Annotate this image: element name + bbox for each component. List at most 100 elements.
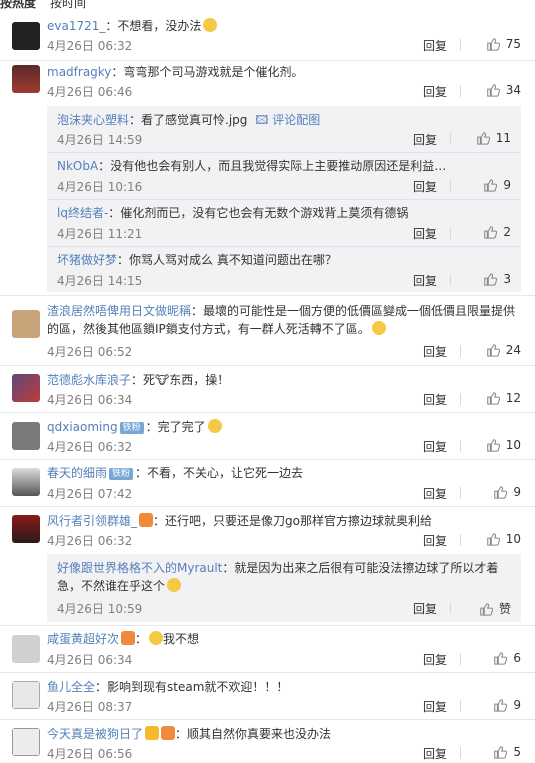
reply-button[interactable]: 回复	[423, 37, 447, 54]
like-button[interactable]: 12	[463, 391, 521, 405]
comment-time: 4月26日 06:46	[47, 85, 133, 99]
reply-button[interactable]: 回复	[423, 698, 447, 715]
like-button[interactable]: 11	[453, 131, 511, 145]
comment-username[interactable]: madfragky	[47, 65, 111, 79]
thumb-up-icon	[494, 486, 508, 499]
comment-time: 4月26日 06:32	[47, 534, 133, 548]
sub-reply: lq终结者-：催化剂而已，没有它也会有无数个游戏背上莫须有德锅 4月26日 11…	[47, 199, 521, 247]
tab-time[interactable]: 按时间	[50, 0, 86, 10]
comment-username[interactable]: 范德彪水库浪子	[47, 373, 131, 387]
thumb-up-icon	[486, 533, 500, 546]
thumb-up-icon	[486, 439, 500, 452]
avatar[interactable]	[12, 635, 40, 663]
avatar[interactable]	[12, 422, 40, 450]
comment-item: 渣浪居然唔俾用日文做昵稱：最壞的可能性是一個方便的低價區變成一個低價且限量提供的…	[0, 295, 535, 365]
comment-meta: 4月26日 06:34 回复 12	[47, 391, 521, 407]
divider	[460, 653, 461, 665]
reply-username[interactable]: 泡沫夹心塑料	[57, 113, 129, 127]
divider	[460, 487, 461, 499]
divider	[460, 393, 461, 405]
reply-username[interactable]: 好像跟世界格格不入的Myrault	[57, 561, 222, 575]
reply-button[interactable]: 回复	[423, 532, 447, 549]
reply-button[interactable]: 回复	[413, 600, 437, 617]
reply-username[interactable]: 坏猪做好梦	[57, 253, 117, 267]
reply-button[interactable]: 回复	[423, 485, 447, 502]
divider	[460, 700, 461, 712]
like-button[interactable]: 24	[463, 343, 521, 357]
divider	[460, 747, 461, 759]
like-count: 10	[505, 532, 521, 546]
like-button[interactable]: 9	[463, 485, 521, 499]
avatar[interactable]	[12, 728, 40, 756]
avatar[interactable]	[12, 22, 40, 50]
like-button[interactable]: 6	[463, 651, 521, 665]
comment-item: eva1721_：不想看，没办法 4月26日 06:32 回复 75	[0, 12, 535, 60]
like-count: 34	[505, 83, 521, 97]
image-link[interactable]: 🖾 评论配图	[255, 113, 320, 127]
avatar[interactable]	[12, 374, 40, 402]
like-button[interactable]: 赞	[453, 600, 511, 617]
comment-text: 顺其自然你真要来也没办法	[187, 727, 332, 741]
comment-time: 4月26日 06:34	[47, 653, 133, 667]
reply-box: 好像跟世界格格不入的Myrault：就是因为出来之后很有可能没法擦边球了所以才着…	[47, 554, 521, 622]
comment-username[interactable]: 今天真是被狗日了	[47, 727, 143, 741]
comment-meta: 4月26日 07:42 回复 9	[47, 485, 521, 501]
comment-username[interactable]: eva1721_	[47, 19, 105, 33]
reply-box: 泡沫夹心塑料：看了感觉真可怜.jpg 🖾 评论配图 4月26日 14:59 回复 …	[47, 106, 521, 292]
reply-button[interactable]: 回复	[413, 225, 437, 242]
reply-button[interactable]: 回复	[423, 343, 447, 360]
sort-tabs: 按热度 按时间	[0, 0, 86, 10]
avatar[interactable]	[12, 65, 40, 93]
comment-item: 今天真是被狗日了 ：顺其自然你真要来也没办法 4月26日 06:56 回复 5	[0, 719, 535, 763]
like-button[interactable]: 5	[463, 745, 521, 759]
avatar[interactable]	[12, 515, 40, 543]
like-count: 11	[495, 131, 511, 145]
avatar[interactable]	[12, 468, 40, 496]
divider	[450, 274, 451, 286]
like-button[interactable]: 75	[463, 37, 521, 51]
emoji-icon	[149, 631, 164, 645]
like-button[interactable]: 2	[453, 225, 511, 239]
like-button[interactable]: 10	[463, 532, 521, 546]
reply-button[interactable]: 回复	[413, 178, 437, 195]
like-count: 75	[505, 37, 521, 51]
like-button[interactable]: 3	[453, 272, 511, 286]
thumb-up-icon	[486, 84, 500, 97]
comment-username[interactable]: 风行者引领群雄_	[47, 514, 137, 528]
comment-time: 4月26日 08:37	[47, 700, 133, 714]
like-count: 24	[505, 343, 521, 357]
avatar[interactable]	[12, 310, 40, 338]
reply-button[interactable]: 回复	[423, 745, 447, 762]
tab-hot[interactable]: 按热度	[0, 0, 36, 10]
reply-button[interactable]: 回复	[423, 391, 447, 408]
reply-button[interactable]: 回复	[423, 83, 447, 100]
divider	[460, 39, 461, 51]
like-button[interactable]: 34	[463, 83, 521, 97]
divider	[460, 440, 461, 452]
comment-username[interactable]: qdxiaoming	[47, 420, 118, 434]
like-count: 10	[505, 438, 521, 452]
reply-button[interactable]: 回复	[423, 651, 447, 668]
reply-username[interactable]: NkObA	[57, 159, 98, 173]
comment-username[interactable]: 渣浪居然唔俾用日文做昵稱	[47, 304, 191, 318]
reply-username[interactable]: lq终结者-	[57, 206, 108, 220]
like-button[interactable]: 9	[453, 178, 511, 192]
reply-button[interactable]: 回复	[413, 131, 437, 148]
thumb-up-icon	[494, 699, 508, 712]
comment-username[interactable]: 鱼儿全全	[47, 680, 95, 694]
reply-text: 催化剂而已，没有它也会有无数个游戏背上莫须有德锅	[120, 206, 409, 220]
thumb-up-icon	[494, 652, 508, 665]
comment-text: 影响到现有steam就不欢迎！！！	[107, 680, 289, 694]
reply-button[interactable]: 回复	[413, 272, 437, 289]
comment-username[interactable]: 春天的细雨	[47, 466, 107, 480]
thumb-up-icon	[476, 132, 490, 145]
vip-icon	[161, 726, 176, 740]
avatar[interactable]	[12, 681, 40, 709]
like-button[interactable]: 10	[463, 438, 521, 452]
vip-icon	[139, 513, 154, 527]
comment-username[interactable]: 咸蛋黄超好次	[47, 632, 119, 646]
divider	[450, 180, 451, 192]
like-button[interactable]: 9	[463, 698, 521, 712]
reply-button[interactable]: 回复	[423, 438, 447, 455]
reply-time: 4月26日 14:59	[57, 133, 143, 147]
